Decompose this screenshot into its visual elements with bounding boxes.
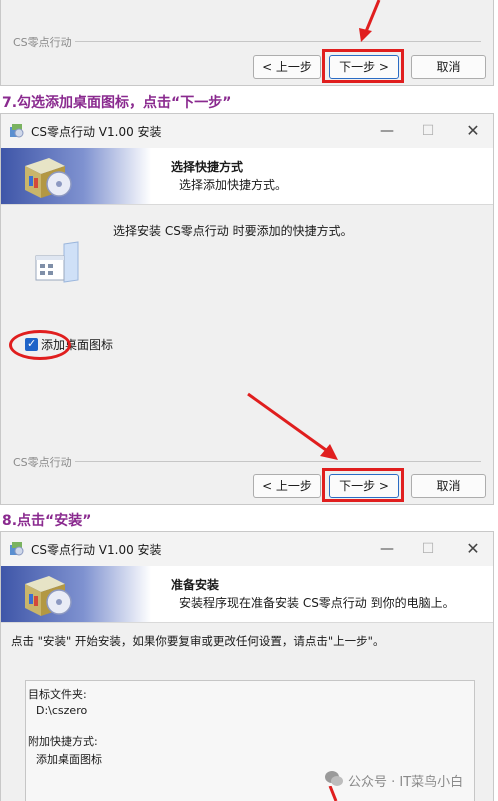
window-title: CS零点行动 V1.00 安装 (31, 125, 162, 139)
step-8-heading: 8.点击“安装” (2, 513, 92, 529)
step-7-heading: 7.勾选添加桌面图标，点击“下一步” (2, 95, 232, 111)
installer-window-previous: CS零点行动 < 上一步 下一步 > 取消 (0, 0, 494, 86)
back-button[interactable]: < 上一步 (253, 474, 321, 498)
target-folder-value: D:\cszero (36, 704, 88, 717)
wizard-banner-image (1, 566, 151, 622)
next-button-highlight (322, 468, 404, 502)
installer-window-ready: CS零点行动 V1.00 安装 — ☐ ✕ 准备安装 安装程序现在准备安装 CS… (0, 531, 494, 801)
maximize-icon[interactable]: ☐ (414, 538, 442, 560)
wizard-header: 准备安装 安装程序现在准备安装 CS零点行动 到你的电脑上。 (1, 566, 493, 623)
window-title: CS零点行动 V1.00 安装 (31, 543, 162, 557)
minimize-icon[interactable]: — (373, 538, 401, 560)
cancel-button[interactable]: 取消 (411, 474, 486, 498)
checkbox-highlight (9, 330, 71, 360)
annotation-arrow-icon (359, 0, 381, 42)
shortcut-folder-icon (35, 241, 79, 283)
group-label: CS零点行动 (13, 34, 75, 50)
target-folder-label: 目标文件夹: (28, 688, 87, 701)
next-button-highlight (322, 49, 404, 83)
back-button[interactable]: < 上一步 (253, 55, 321, 79)
minimize-icon[interactable]: — (373, 120, 401, 142)
shortcuts-label: 附加快捷方式: (28, 735, 98, 748)
title-bar: CS零点行动 V1.00 安装 — ☐ ✕ (1, 532, 493, 566)
header-subtitle: 安装程序现在准备安装 CS零点行动 到你的电脑上。 (179, 596, 455, 610)
maximize-icon[interactable]: ☐ (414, 120, 442, 142)
install-box-icon (25, 576, 72, 616)
description-text: 选择安装 CS零点行动 时要添加的快捷方式。 (113, 224, 353, 238)
installer-app-icon (10, 124, 24, 138)
group-divider (13, 41, 481, 42)
title-bar: CS零点行动 V1.00 安装 — ☐ ✕ (1, 114, 493, 148)
wizard-banner-image (1, 148, 151, 204)
description-text: 点击 "安装" 开始安装，如果你要复审或更改任何设置，请点击"上一步"。 (11, 634, 385, 648)
shortcuts-value: 添加桌面图标 (36, 753, 102, 766)
cancel-button[interactable]: 取消 (411, 55, 486, 79)
watermark-text: 公众号 · IT菜鸟小白 (348, 775, 464, 790)
group-label: CS零点行动 (13, 454, 75, 470)
annotation-arrow-icon (247, 392, 338, 460)
close-icon[interactable]: ✕ (459, 538, 487, 560)
install-box-icon (25, 158, 72, 198)
close-icon[interactable]: ✕ (459, 120, 487, 142)
installer-app-icon (10, 542, 24, 556)
header-title: 准备安装 (171, 578, 220, 592)
header-subtitle: 选择添加快捷方式。 (179, 178, 288, 192)
header-title: 选择快捷方式 (171, 160, 244, 174)
wizard-header: 选择快捷方式 选择添加快捷方式。 (1, 148, 493, 205)
annotation-arrow-icon (328, 786, 338, 801)
